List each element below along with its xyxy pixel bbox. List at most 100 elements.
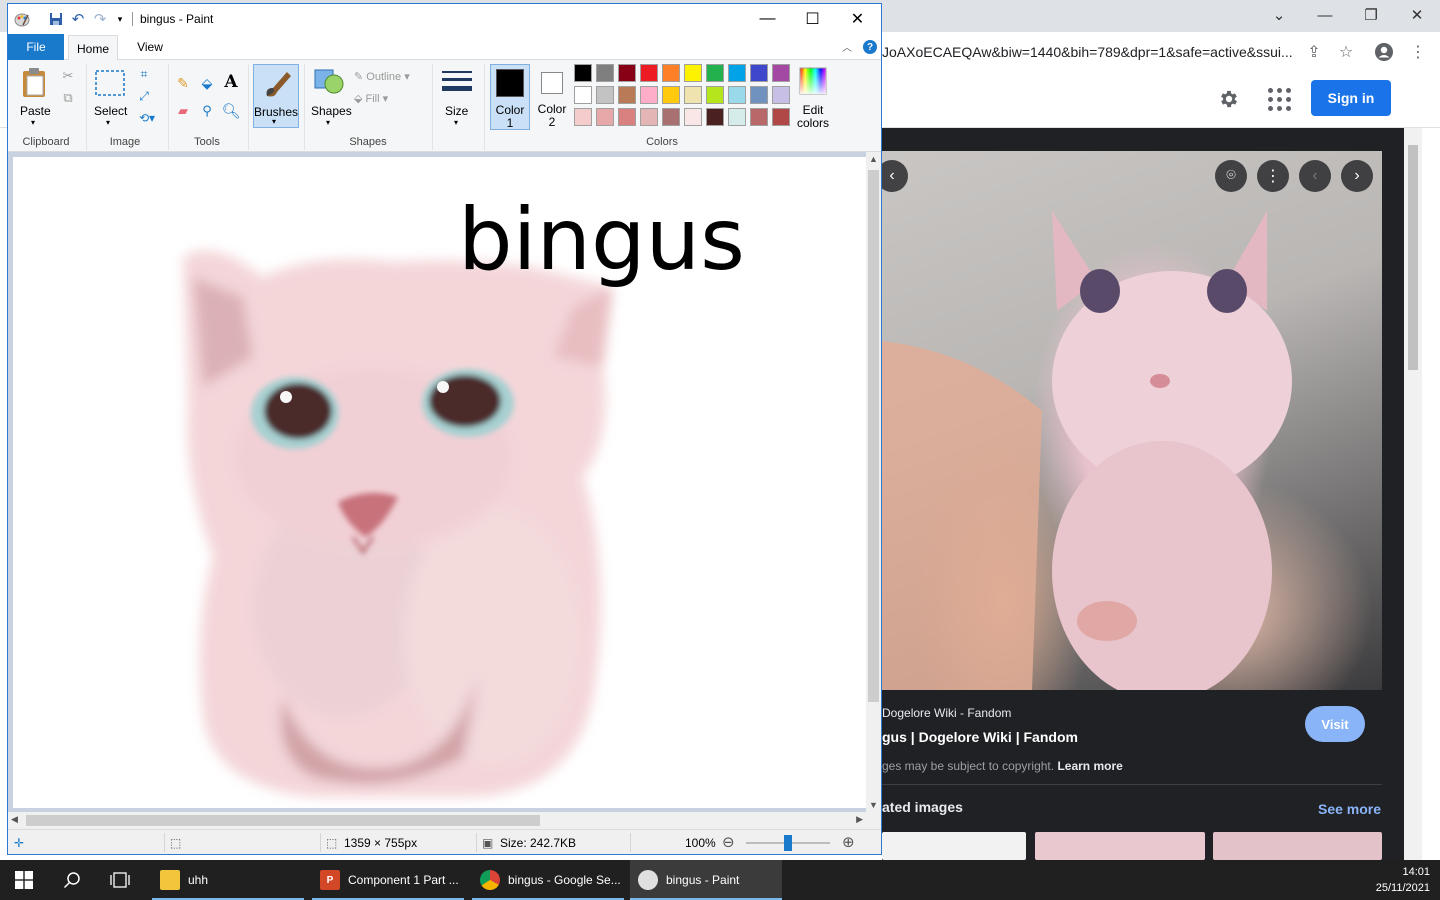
- fill-bucket-icon[interactable]: ⬙: [198, 74, 216, 92]
- edit-colors-icon[interactable]: [798, 66, 828, 96]
- result-source[interactable]: Dogelore Wiki - Fandom: [882, 706, 1011, 720]
- palette-swatch[interactable]: [618, 64, 636, 82]
- result-title[interactable]: gus | Dogelore Wiki | Fandom: [882, 729, 1078, 745]
- bookmark-star-icon[interactable]: ☆: [1336, 42, 1356, 62]
- scroll-up-icon[interactable]: ▲: [869, 154, 878, 164]
- copy-icon[interactable]: ⧉: [60, 90, 76, 106]
- paste-dropdown-icon[interactable]: ▾: [31, 118, 35, 127]
- taskbar-app-paint[interactable]: bingus - Paint: [630, 860, 782, 900]
- palette-swatch[interactable]: [706, 108, 724, 126]
- related-thumbnail[interactable]: [882, 832, 1026, 860]
- related-thumbnail[interactable]: [1213, 832, 1382, 860]
- color2-button[interactable]: Color 2: [534, 64, 570, 130]
- palette-swatch[interactable]: [662, 108, 680, 126]
- visit-button[interactable]: Visit: [1305, 706, 1365, 742]
- palette-swatch[interactable]: [772, 64, 790, 82]
- palette-swatch[interactable]: [662, 86, 680, 104]
- drawing-canvas[interactable]: bingus: [13, 157, 866, 808]
- palette-swatch[interactable]: [772, 108, 790, 126]
- task-view-icon[interactable]: [96, 860, 144, 900]
- tab-home[interactable]: Home: [68, 35, 118, 61]
- profile-icon[interactable]: [1374, 42, 1394, 62]
- palette-swatch[interactable]: [706, 64, 724, 82]
- select-icon[interactable]: [94, 68, 126, 98]
- palette-swatch[interactable]: [684, 64, 702, 82]
- save-icon[interactable]: [48, 11, 64, 27]
- related-thumbnail[interactable]: [1035, 832, 1205, 860]
- crop-icon[interactable]: ⌗: [136, 66, 152, 82]
- shapes-icon[interactable]: [313, 66, 345, 96]
- magnifier-icon[interactable]: 🔍︎: [221, 102, 240, 120]
- canvas-horizontal-scrollbar-thumb[interactable]: [26, 815, 540, 826]
- size-dropdown-icon[interactable]: ▾: [454, 118, 458, 127]
- tab-file[interactable]: File: [8, 34, 64, 60]
- preview-image[interactable]: [882, 151, 1382, 690]
- color1-button[interactable]: Color 1: [490, 64, 530, 130]
- tab-view[interactable]: View: [126, 34, 174, 60]
- palette-swatch[interactable]: [574, 108, 592, 126]
- edit-colors-button[interactable]: Edit colors: [794, 104, 832, 130]
- fill-button[interactable]: ⬙ Fill ▾: [354, 92, 388, 105]
- palette-swatch[interactable]: [618, 86, 636, 104]
- palette-swatch[interactable]: [574, 86, 592, 104]
- undo-icon[interactable]: ↶: [70, 11, 86, 28]
- viewer-more-icon[interactable]: ⋮: [1257, 160, 1289, 192]
- chrome-close-button[interactable]: ✕: [1394, 0, 1440, 30]
- chrome-restore-button[interactable]: ❐: [1348, 0, 1394, 30]
- scroll-left-icon[interactable]: ◀: [11, 814, 18, 825]
- viewer-prev-icon[interactable]: ‹: [1299, 160, 1331, 192]
- chrome-tab-search-icon[interactable]: ⌄: [1256, 0, 1302, 30]
- redo-icon[interactable]: ↷: [92, 11, 108, 28]
- palette-swatch[interactable]: [684, 108, 702, 126]
- address-bar[interactable]: JoAXoECAEQAw&biw=1440&bih=789&dpr=1&safe…: [882, 44, 1293, 60]
- paint-close-button[interactable]: ✕: [835, 4, 880, 34]
- taskbar-app-chrome[interactable]: bingus - Google Se...: [472, 860, 624, 900]
- customize-quick-access-icon[interactable]: ▾: [112, 11, 128, 27]
- zoom-slider-thumb[interactable]: [784, 835, 792, 851]
- size-icon[interactable]: [440, 68, 474, 98]
- scroll-down-icon[interactable]: ▼: [869, 800, 878, 810]
- color-picker-icon[interactable]: ⚲: [198, 102, 216, 120]
- palette-swatch[interactable]: [618, 108, 636, 126]
- help-icon[interactable]: ?: [863, 40, 877, 54]
- system-clock[interactable]: 14:01 25/11/2021: [1376, 864, 1430, 896]
- taskbar-app-powerpoint[interactable]: P Component 1 Part ...: [312, 860, 464, 900]
- select-dropdown-icon[interactable]: ▾: [106, 118, 110, 127]
- paint-app-icon[interactable]: [14, 11, 30, 27]
- viewer-next-icon[interactable]: ›: [1341, 160, 1373, 192]
- paste-icon[interactable]: [20, 66, 50, 100]
- scroll-right-icon[interactable]: ▶: [856, 814, 863, 825]
- sign-in-button[interactable]: Sign in: [1311, 80, 1391, 116]
- collapse-ribbon-icon[interactable]: ︿: [842, 39, 852, 54]
- text-tool-icon[interactable]: A: [222, 72, 240, 92]
- chrome-menu-icon[interactable]: ⋮: [1408, 42, 1428, 62]
- palette-swatch[interactable]: [728, 64, 746, 82]
- search-icon[interactable]: [48, 860, 96, 900]
- paint-minimize-button[interactable]: —: [745, 4, 790, 34]
- palette-swatch[interactable]: [574, 64, 592, 82]
- cut-icon[interactable]: ✂: [60, 68, 76, 84]
- palette-swatch[interactable]: [684, 86, 702, 104]
- zoom-out-icon[interactable]: ⊖: [722, 833, 735, 851]
- paste-button[interactable]: Paste: [20, 104, 51, 118]
- pencil-icon[interactable]: ✎: [174, 74, 192, 92]
- eraser-icon[interactable]: ▰: [174, 102, 192, 120]
- taskbar-app-folder[interactable]: uhh: [152, 860, 304, 900]
- learn-more-link[interactable]: Learn more: [1057, 759, 1122, 773]
- rotate-icon[interactable]: ⟲▾: [136, 110, 158, 126]
- see-more-link[interactable]: See more: [1318, 801, 1381, 817]
- palette-swatch[interactable]: [640, 86, 658, 104]
- palette-swatch[interactable]: [596, 108, 614, 126]
- palette-swatch[interactable]: [596, 64, 614, 82]
- resize-icon[interactable]: ⤢: [136, 88, 152, 104]
- brushes-button[interactable]: Brushes ▾: [253, 64, 299, 128]
- palette-swatch[interactable]: [706, 86, 724, 104]
- palette-swatch[interactable]: [750, 108, 768, 126]
- shapes-dropdown-icon[interactable]: ▾: [326, 118, 330, 127]
- lens-search-icon[interactable]: ⌾: [1215, 160, 1247, 192]
- google-apps-icon[interactable]: [1266, 86, 1292, 112]
- palette-swatch[interactable]: [728, 108, 746, 126]
- canvas-vertical-scrollbar-thumb[interactable]: [868, 170, 879, 702]
- palette-swatch[interactable]: [728, 86, 746, 104]
- start-button[interactable]: [0, 860, 48, 900]
